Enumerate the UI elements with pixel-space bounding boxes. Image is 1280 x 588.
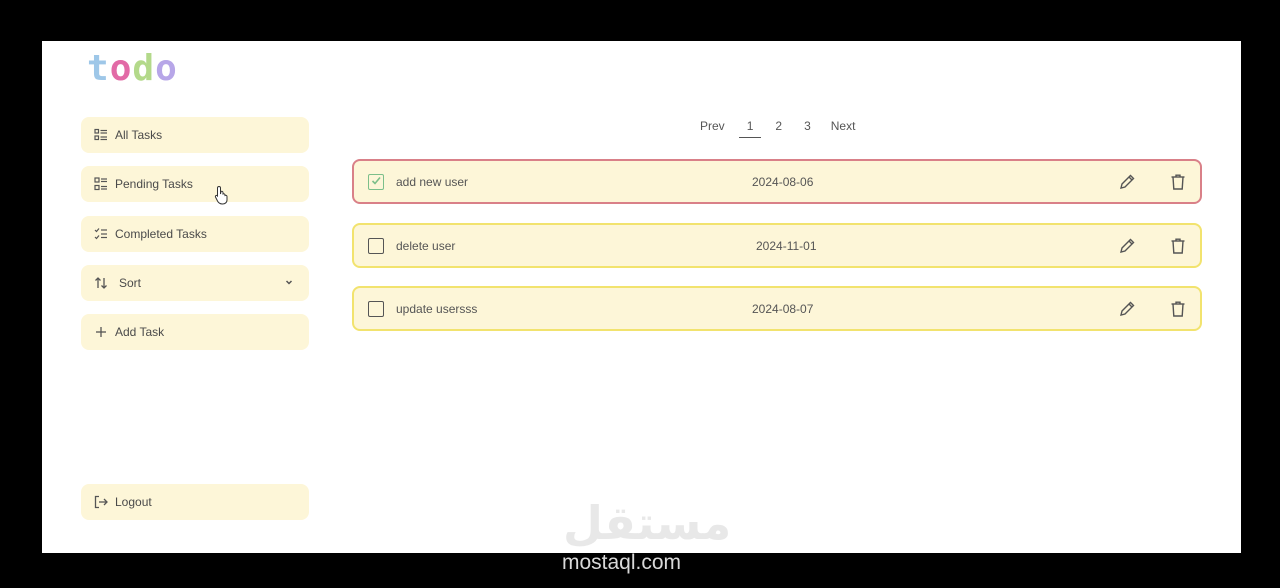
list-icon bbox=[93, 127, 109, 143]
task-title: delete user bbox=[396, 239, 456, 253]
logout-icon bbox=[93, 494, 109, 510]
sidebar-item-label: Completed Tasks bbox=[115, 227, 207, 241]
logo: todo bbox=[87, 48, 178, 89]
next-page-button[interactable]: Next bbox=[823, 119, 864, 138]
pencil-icon[interactable] bbox=[1118, 300, 1136, 318]
trash-icon[interactable] bbox=[1169, 173, 1187, 191]
sidebar-item-label: All Tasks bbox=[115, 128, 163, 142]
watermark-arabic: مستقل bbox=[563, 496, 732, 550]
watermark-latin: mostaql.com bbox=[562, 551, 682, 574]
prev-page-button[interactable]: Prev bbox=[692, 119, 733, 138]
logout-label: Logout bbox=[115, 495, 152, 509]
sort-label: Sort bbox=[119, 276, 142, 290]
task-title: add new user bbox=[396, 175, 469, 189]
pagination: Prev 1 2 3 Next bbox=[692, 119, 863, 138]
task-checkbox[interactable] bbox=[368, 301, 384, 317]
pencil-icon[interactable] bbox=[1118, 237, 1136, 255]
pencil-icon[interactable] bbox=[1118, 173, 1136, 191]
add-task-label: Add Task bbox=[115, 325, 165, 339]
plus-icon bbox=[93, 324, 109, 340]
task-date: 2024-08-06 bbox=[752, 175, 814, 189]
sort-arrows-icon bbox=[93, 275, 109, 291]
page-3-button[interactable]: 3 bbox=[796, 119, 819, 138]
trash-icon[interactable] bbox=[1169, 237, 1187, 255]
task-row[interactable]: update usersss 2024-08-07 bbox=[352, 286, 1202, 331]
checklist-icon bbox=[93, 226, 109, 242]
logo-letter: o bbox=[109, 48, 133, 89]
sort-dropdown[interactable]: Sort bbox=[81, 265, 309, 301]
sidebar-item-all-tasks[interactable]: All Tasks bbox=[81, 117, 309, 153]
task-date: 2024-08-07 bbox=[752, 302, 814, 316]
page-2-button[interactable]: 2 bbox=[767, 119, 790, 138]
task-row[interactable]: delete user 2024-11-01 bbox=[352, 223, 1202, 268]
task-date: 2024-11-01 bbox=[756, 239, 817, 253]
hand-cursor-icon bbox=[214, 185, 228, 205]
sidebar-item-pending-tasks[interactable]: Pending Tasks bbox=[81, 166, 309, 202]
logout-button[interactable]: Logout bbox=[81, 484, 309, 520]
page-1-button[interactable]: 1 bbox=[738, 119, 762, 138]
task-checkbox[interactable] bbox=[368, 174, 384, 190]
task-row[interactable]: add new user 2024-08-06 bbox=[352, 159, 1202, 204]
task-title: update usersss bbox=[396, 302, 478, 316]
logo-letter: t bbox=[87, 48, 110, 89]
chevron-down-icon bbox=[285, 280, 293, 285]
sidebar-item-completed-tasks[interactable]: Completed Tasks bbox=[81, 216, 309, 252]
logo-letter: d bbox=[132, 48, 156, 89]
grid-list-icon bbox=[93, 176, 109, 192]
task-checkbox[interactable] bbox=[368, 238, 384, 254]
app-screen: todo All Tasks Pending Tasks Completed T… bbox=[42, 41, 1241, 553]
sidebar-item-label: Pending Tasks bbox=[115, 177, 193, 191]
trash-icon[interactable] bbox=[1169, 300, 1187, 318]
logo-letter: o bbox=[155, 48, 178, 89]
add-task-button[interactable]: Add Task bbox=[81, 314, 309, 350]
